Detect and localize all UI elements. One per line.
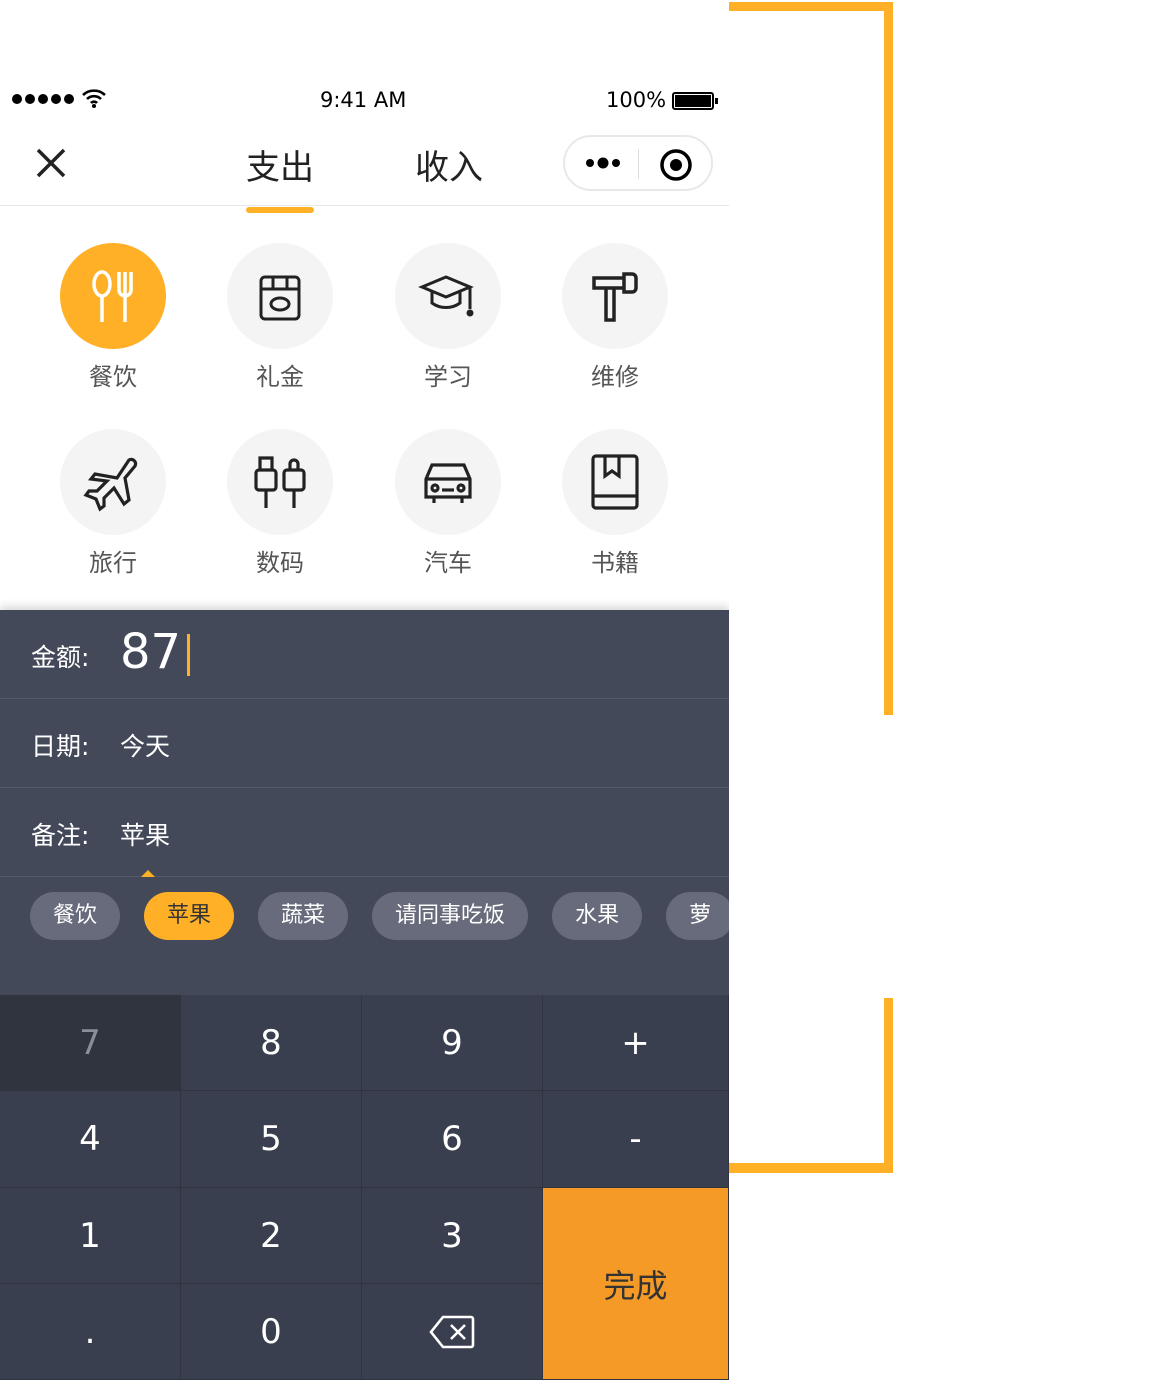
done-button[interactable]: 完成 — [543, 1188, 729, 1380]
date-label: 日期: — [31, 732, 90, 761]
amount-label: 金额: — [31, 643, 90, 672]
chip-suggestion[interactable]: 蔬菜 — [258, 892, 349, 940]
status-bar: 9:41 AM 100% — [0, 86, 729, 116]
phone-screen: 9:41 AM 100% 支出 收入 餐饮 礼金 学习 维修 旅行 数码 汽车 … — [0, 0, 729, 1380]
tab-expense[interactable]: 支出 — [246, 140, 314, 213]
hammer-icon — [592, 272, 638, 322]
date-value[interactable]: 今天 — [120, 727, 170, 763]
chip-suggestion[interactable]: 萝 — [666, 892, 729, 940]
close-icon[interactable] — [34, 146, 68, 180]
decor-frame-right-upper — [884, 2, 893, 715]
note-pointer-icon — [141, 870, 155, 877]
key-2[interactable]: 2 — [181, 1188, 362, 1284]
plug-icon — [254, 456, 306, 508]
key-0[interactable]: 0 — [181, 1284, 362, 1380]
amount-input[interactable]: 87 — [120, 624, 191, 680]
category-travel[interactable]: 旅行 — [53, 429, 173, 578]
clock: 9:41 AM — [320, 88, 407, 112]
key-5[interactable]: 5 — [181, 1091, 362, 1188]
text-caret — [187, 634, 191, 676]
category-label: 汽车 — [424, 549, 472, 577]
backspace-icon — [429, 1315, 475, 1348]
key-4[interactable]: 4 — [0, 1091, 181, 1188]
category-repair[interactable]: 维修 — [555, 243, 675, 392]
battery-icon — [672, 92, 718, 110]
category-study[interactable]: 学习 — [388, 243, 508, 392]
nav-bar: 支出 收入 — [0, 130, 729, 213]
key-decimal[interactable]: . — [0, 1284, 181, 1380]
key-plus[interactable]: + — [543, 995, 729, 1091]
key-7[interactable]: 7 — [0, 995, 181, 1091]
key-8[interactable]: 8 — [181, 995, 362, 1091]
category-label: 学习 — [424, 363, 472, 391]
key-minus[interactable]: - — [543, 1091, 729, 1188]
category-gift-money[interactable]: 礼金 — [220, 243, 340, 392]
mini-program-capsule — [563, 135, 713, 191]
book-icon — [591, 454, 639, 510]
graduation-cap-icon — [418, 275, 474, 317]
category-books[interactable]: 书籍 — [555, 429, 675, 578]
car-icon — [424, 463, 472, 503]
key-backspace[interactable] — [362, 1284, 543, 1380]
category-digital[interactable]: 数码 — [220, 429, 340, 578]
category-label: 礼金 — [256, 363, 304, 391]
category-label: 维修 — [591, 363, 639, 391]
number-keypad: 7 8 9 + 4 5 6 - 1 2 3 . 0 完成 — [0, 995, 729, 1380]
note-label: 备注: — [31, 821, 90, 850]
gift-envelope-icon — [259, 275, 301, 321]
target-close-icon[interactable] — [659, 148, 693, 182]
note-input[interactable]: 苹果 — [120, 816, 170, 852]
date-row[interactable]: 日期: 今天 — [0, 699, 729, 788]
key-9[interactable]: 9 — [362, 995, 543, 1091]
note-row[interactable]: 备注: 苹果 — [0, 788, 729, 877]
category-car[interactable]: 汽车 — [388, 429, 508, 578]
category-dining[interactable]: 餐饮 — [53, 243, 173, 392]
note-suggestions: 餐饮 苹果 蔬菜 请同事吃饭 水果 萝 — [30, 892, 729, 940]
airplane-icon — [83, 457, 138, 512]
utensils-icon — [92, 270, 133, 322]
capsule-divider — [638, 149, 639, 179]
amount-value: 87 — [120, 624, 182, 680]
more-icon[interactable] — [585, 155, 621, 171]
chip-suggestion[interactable]: 餐饮 — [30, 892, 121, 940]
chip-suggestion[interactable]: 请同事吃饭 — [372, 892, 529, 940]
category-label: 书籍 — [591, 549, 639, 577]
category-label: 数码 — [256, 549, 304, 577]
entry-panel: 金额: 87 日期: 今天 备注: 苹果 餐饮 苹果 蔬菜 请同事吃饭 水果 萝 — [0, 610, 729, 995]
tab-income[interactable]: 收入 — [415, 140, 483, 189]
chip-suggestion[interactable]: 水果 — [552, 892, 643, 940]
wifi-icon — [82, 89, 106, 108]
amount-row[interactable]: 金额: 87 — [0, 610, 729, 699]
key-3[interactable]: 3 — [362, 1188, 543, 1284]
category-label: 旅行 — [89, 549, 137, 577]
decor-frame-right-lower — [884, 998, 893, 1173]
key-6[interactable]: 6 — [362, 1091, 543, 1188]
key-1[interactable]: 1 — [0, 1188, 181, 1284]
battery-percent: 100% — [606, 88, 667, 112]
chip-suggestion-selected[interactable]: 苹果 — [144, 892, 235, 940]
category-label: 餐饮 — [89, 363, 137, 391]
signal-icon — [12, 89, 107, 108]
